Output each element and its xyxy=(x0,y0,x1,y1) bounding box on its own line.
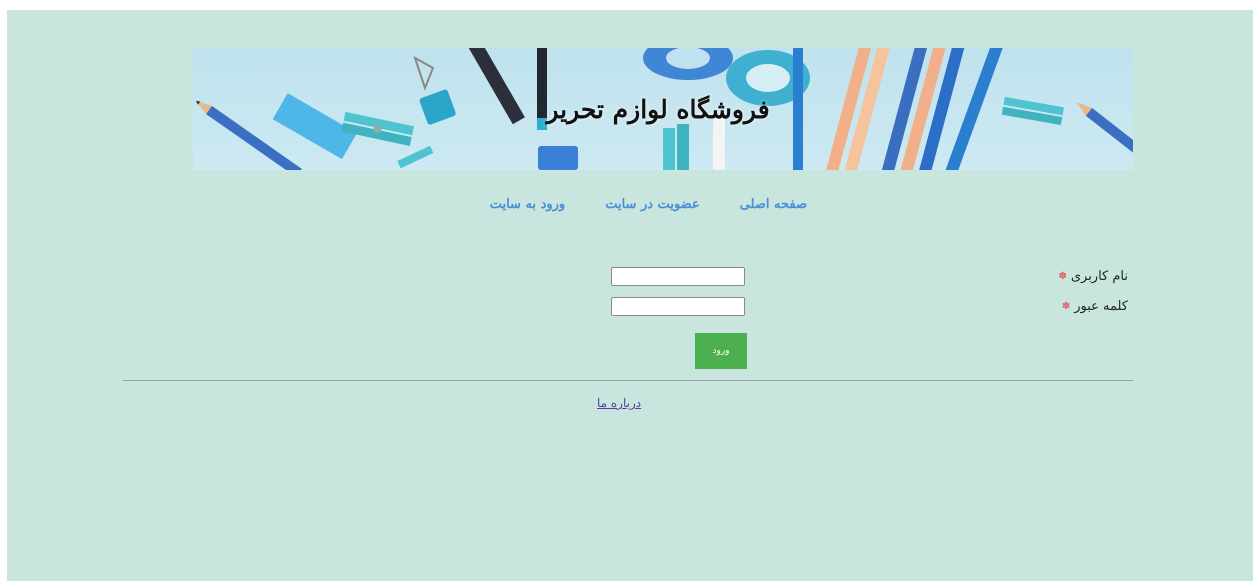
main-nav: صفحه اصلی عضویت در سایت ورود به سایت xyxy=(477,192,807,216)
login-submit-button[interactable]: ورود xyxy=(695,333,747,369)
password-input[interactable] xyxy=(611,297,745,316)
username-label-text: نام کاربری xyxy=(1070,268,1128,284)
username-input[interactable] xyxy=(611,267,745,286)
username-label: نام کاربری ✽ xyxy=(1058,267,1128,285)
required-asterisk-icon: ✽ xyxy=(1058,270,1067,282)
password-label-text: کلمه عبور xyxy=(1074,298,1128,314)
nav-link-login[interactable]: ورود به سایت xyxy=(490,197,566,212)
header-banner: فروشگاه لوازم تحریر xyxy=(193,48,1133,170)
nav-link-home[interactable]: صفحه اصلی xyxy=(740,197,807,212)
site-title: فروشگاه لوازم تحریر xyxy=(546,94,770,124)
about-us-link[interactable]: درباره ما xyxy=(597,396,641,410)
required-asterisk-icon: ✽ xyxy=(1061,300,1071,312)
nav-link-register[interactable]: عضویت در سایت xyxy=(605,197,700,212)
page-area: فروشگاه لوازم تحریر صفحه اصلی عضویت در س… xyxy=(7,10,1253,581)
footer-divider xyxy=(123,380,1133,381)
password-label: کلمه عبور ✽ xyxy=(1062,297,1128,315)
